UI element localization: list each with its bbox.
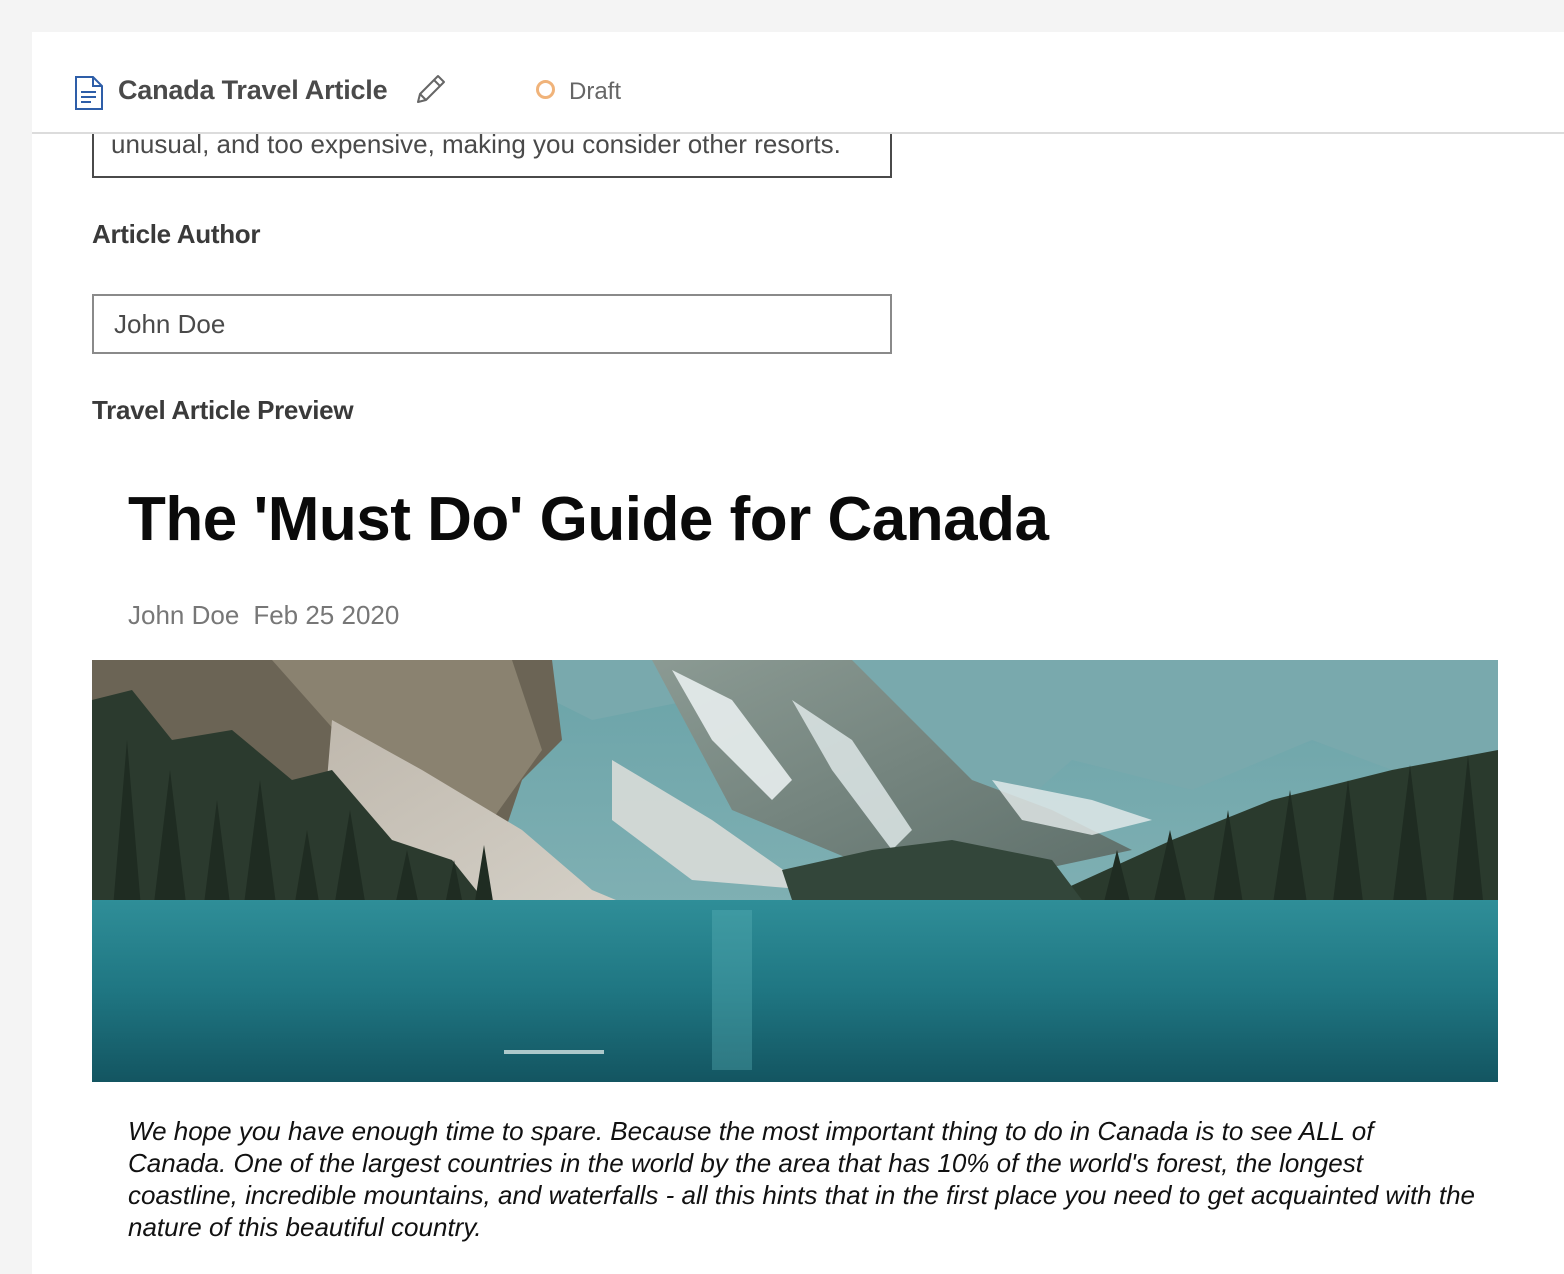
mountain-lake-photo: [92, 660, 1498, 1082]
document-icon: [75, 76, 103, 110]
status-text: Draft: [569, 78, 622, 105]
article-author-input[interactable]: [92, 294, 892, 354]
article-body: We hope you have enough time to spare. B…: [128, 1116, 1475, 1242]
document-title: Canada Travel Article: [118, 75, 388, 105]
preview-label: Travel Article Preview: [92, 395, 354, 425]
article-editor-page: unusual, and too expensive, making you c…: [32, 32, 1564, 1274]
article-author: John Doe: [128, 600, 240, 630]
document-header: Canada Travel Article Draft: [32, 32, 1564, 134]
pencil-icon[interactable]: [412, 72, 448, 108]
article-title: The 'Must Do' Guide for Canada: [128, 485, 1049, 554]
article-date: Feb 25 2020: [253, 600, 400, 630]
hero-image: [92, 660, 1498, 1082]
status-indicator-icon: [536, 80, 555, 99]
article-byline: John Doe Feb 25 2020: [128, 600, 413, 631]
article-author-label: Article Author: [92, 219, 261, 249]
